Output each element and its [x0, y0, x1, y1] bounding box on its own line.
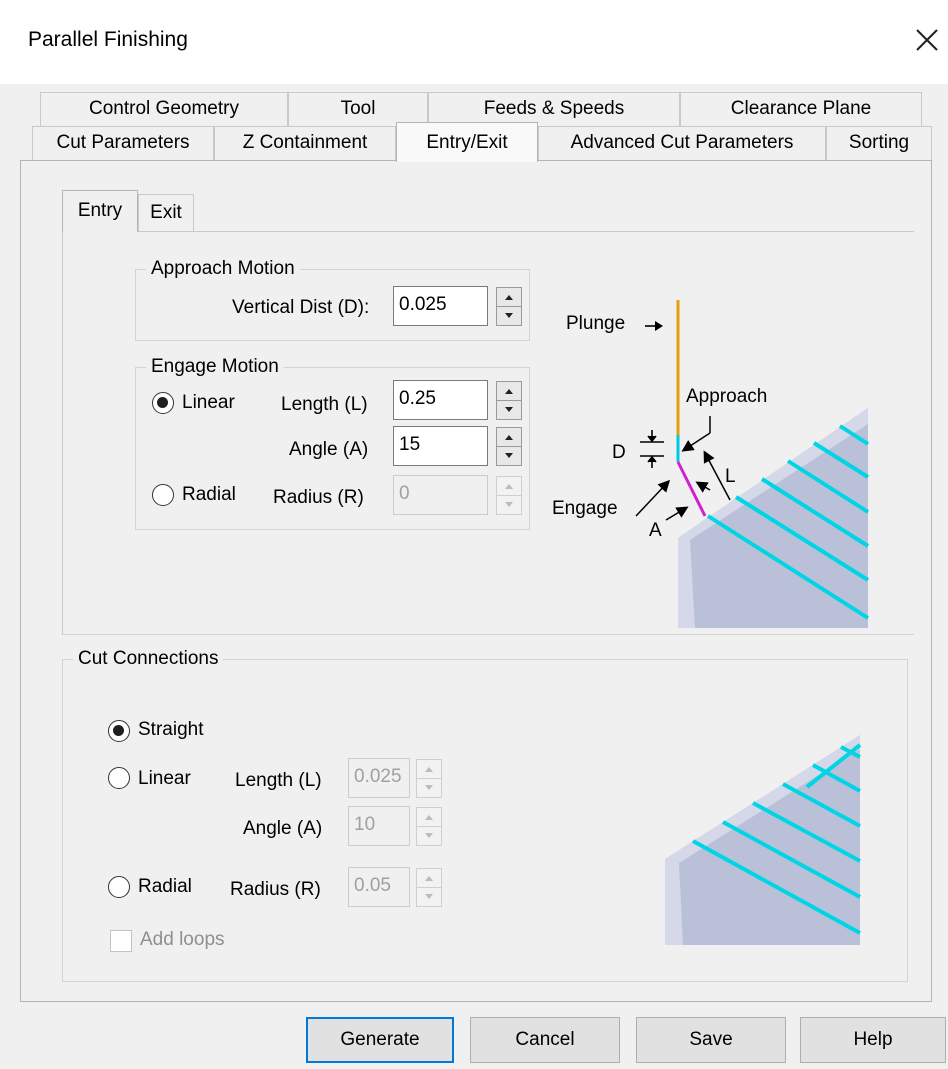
spin-down-icon[interactable] — [496, 306, 522, 326]
entry-panel-bottom-edge — [62, 634, 914, 635]
engage-angle-spinner[interactable] — [496, 427, 522, 467]
engage-linear-label: Linear — [182, 392, 235, 413]
cut-connections-diagram — [665, 735, 862, 945]
tab-cut-parameters[interactable]: Cut Parameters — [32, 126, 214, 160]
tab-clearance-plane[interactable]: Clearance Plane — [680, 92, 922, 126]
tab-z-containment[interactable]: Z Containment — [214, 126, 396, 160]
vertical-dist-spinner[interactable] — [496, 287, 522, 327]
close-icon[interactable] — [910, 22, 946, 58]
spin-down-icon[interactable] — [496, 495, 522, 515]
spin-up-icon[interactable] — [496, 287, 522, 307]
plunge-arrow-icon — [645, 321, 663, 331]
entry-panel-left-edge — [62, 232, 63, 634]
cut-linear-label: Linear — [138, 768, 191, 789]
engage-linear-radio[interactable] — [152, 392, 174, 414]
tab-sorting[interactable]: Sorting — [826, 126, 932, 160]
save-button[interactable]: Save — [636, 1017, 786, 1063]
plunge-label: Plunge — [566, 313, 626, 334]
engage-angle-label: Angle (A) — [289, 439, 369, 460]
spin-up-icon[interactable] — [496, 381, 522, 401]
tab-control-geometry[interactable]: Control Geometry — [40, 92, 288, 126]
tab-advanced-cut-parameters[interactable]: Advanced Cut Parameters — [538, 126, 826, 160]
d-dimension-icon — [640, 430, 664, 468]
spin-up-icon[interactable] — [496, 427, 522, 447]
tab-feeds-speeds[interactable]: Feeds & Speeds — [428, 92, 680, 126]
cut-linear-radio[interactable] — [108, 767, 130, 789]
spin-up-icon[interactable] — [416, 807, 442, 827]
a-label: A — [649, 520, 662, 541]
spin-down-icon[interactable] — [496, 446, 522, 466]
vertical-dist-label: Vertical Dist (D): — [232, 297, 370, 318]
engage-radial-label: Radial — [182, 484, 236, 505]
cancel-button[interactable]: Cancel — [470, 1017, 620, 1063]
cut-radius-input[interactable]: 0.05 — [348, 867, 410, 907]
spin-down-icon[interactable] — [416, 778, 442, 798]
spin-down-icon[interactable] — [496, 400, 522, 420]
cut-straight-label: Straight — [138, 719, 204, 740]
spin-down-icon[interactable] — [416, 887, 442, 907]
cut-length-label: Length (L) — [235, 770, 322, 791]
engage-length-input[interactable]: 0.25 — [393, 380, 488, 420]
cut-straight-radio[interactable] — [108, 720, 130, 742]
spin-down-icon[interactable] — [416, 826, 442, 846]
cut-angle-label: Angle (A) — [243, 818, 323, 839]
subtab-entry[interactable]: Entry — [62, 190, 138, 232]
cut-connections-label: Cut Connections — [73, 648, 224, 670]
vertical-dist-input[interactable]: 0.025 — [393, 286, 488, 326]
cut-length-spinner[interactable] — [416, 759, 442, 799]
engage-length-spinner[interactable] — [496, 381, 522, 421]
subtab-exit[interactable]: Exit — [138, 194, 194, 231]
engage-angle-input[interactable]: 15 — [393, 426, 488, 466]
generate-button[interactable]: Generate — [306, 1017, 454, 1063]
cut-radius-label: Radius (R) — [230, 879, 321, 900]
tab-entry-exit[interactable]: Entry/Exit — [396, 122, 538, 162]
cut-angle-input[interactable]: 10 — [348, 806, 410, 846]
approach-label: Approach — [686, 386, 768, 407]
help-button[interactable]: Help — [800, 1017, 946, 1063]
engage-line — [676, 461, 707, 517]
engage-radial-radio[interactable] — [152, 484, 174, 506]
engage-motion-label: Engage Motion — [146, 356, 284, 378]
add-loops-checkbox[interactable] — [110, 930, 132, 952]
cut-angle-spinner[interactable] — [416, 807, 442, 847]
spin-up-icon[interactable] — [416, 759, 442, 779]
tab-tool[interactable]: Tool — [288, 92, 428, 126]
cut-radial-label: Radial — [138, 876, 192, 897]
engage-label: Engage — [552, 498, 618, 519]
engage-length-label: Length (L) — [281, 394, 368, 415]
entry-diagram — [635, 300, 870, 628]
engage-radius-spinner[interactable] — [496, 476, 522, 516]
cut-radius-spinner[interactable] — [416, 868, 442, 908]
add-loops-label: Add loops — [140, 929, 225, 950]
spin-up-icon[interactable] — [496, 476, 522, 496]
cut-radial-radio[interactable] — [108, 876, 130, 898]
d-label: D — [612, 442, 626, 463]
approach-motion-label: Approach Motion — [146, 258, 300, 280]
cut-length-input[interactable]: 0.025 — [348, 758, 410, 798]
engage-radius-label: Radius (R) — [273, 487, 364, 508]
engage-radius-input[interactable]: 0 — [393, 475, 488, 515]
window-title: Parallel Finishing — [28, 28, 188, 51]
l-label: L — [725, 466, 736, 487]
spin-up-icon[interactable] — [416, 868, 442, 888]
subtab-divider — [62, 231, 914, 232]
